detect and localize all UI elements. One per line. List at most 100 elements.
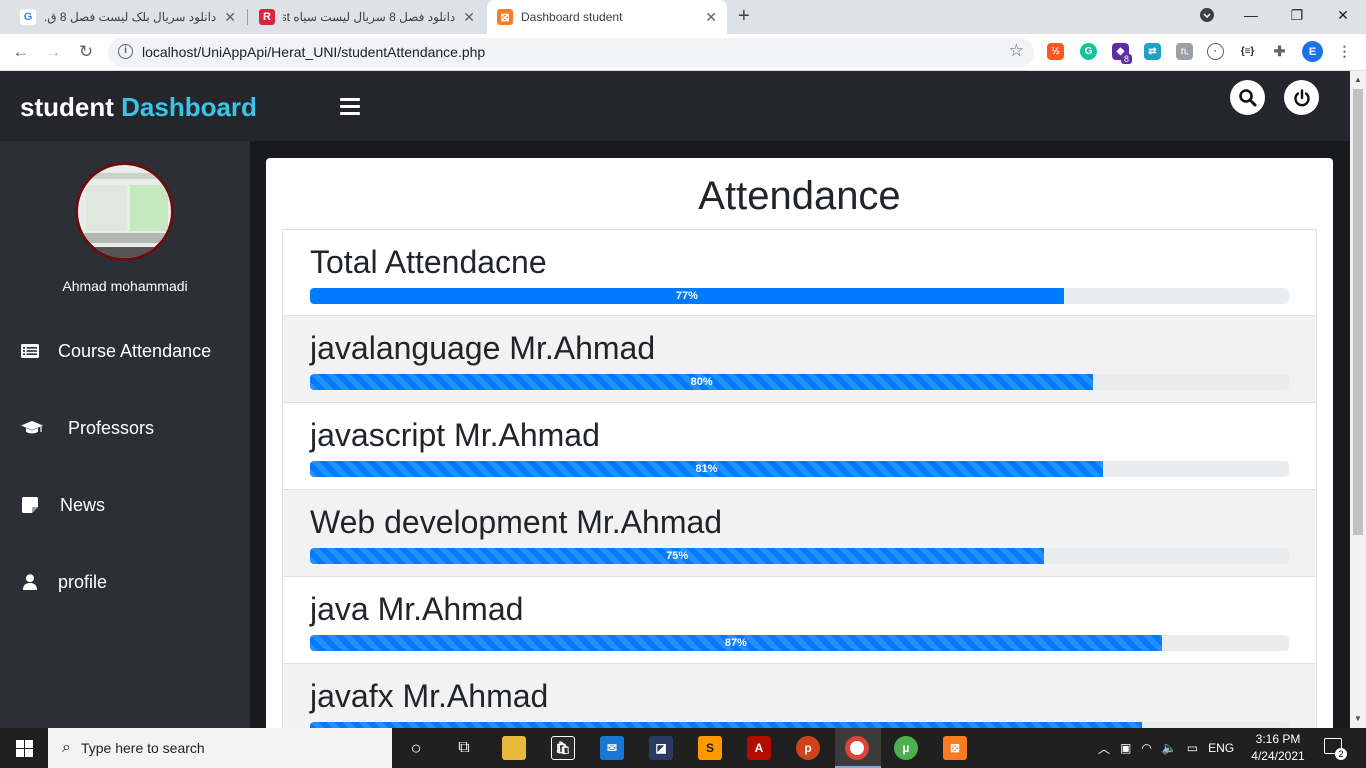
extension-json-icon[interactable]: {≡} <box>1239 43 1256 60</box>
extension-4-icon[interactable]: · <box>1207 43 1224 60</box>
browser-tab-1[interactable]: G دانلود سریال بلک لیست فصل 8 ق... ✕ <box>10 0 246 34</box>
close-window-button[interactable]: ✕ <box>1320 0 1366 30</box>
store-icon[interactable]: 🛍 <box>551 736 575 760</box>
chrome-icon[interactable] <box>845 736 869 760</box>
extensions-puzzle-icon[interactable]: ✚ <box>1271 43 1288 60</box>
user-icon <box>20 572 40 592</box>
note-icon <box>20 495 40 515</box>
close-tab-icon[interactable]: ✕ <box>224 9 236 26</box>
input-language[interactable]: ENG <box>1208 741 1234 755</box>
acrobat-icon[interactable]: A <box>747 736 771 760</box>
mail-icon[interactable]: ✉ <box>600 736 624 760</box>
user-avatar[interactable] <box>75 162 174 261</box>
extension-1-icon[interactable]: ½ <box>1047 43 1064 60</box>
sidebar-item-profile[interactable]: profile <box>0 562 250 602</box>
cortana-icon[interactable]: ○ <box>404 736 428 760</box>
progress-bar: 81% <box>310 461 1289 477</box>
tab-divider <box>247 9 248 25</box>
list-icon <box>20 341 40 361</box>
sidebar-item-label: Course Attendance <box>58 340 212 361</box>
windows-start-button[interactable] <box>0 728 48 768</box>
taskbar-clock[interactable]: 3:16 PM 4/24/2021 <box>1246 731 1310 765</box>
progress-fill: 81% <box>310 461 1103 477</box>
attendance-row: java Mr.Ahmad 87% <box>282 577 1317 664</box>
graduation-cap-icon <box>20 418 44 438</box>
clock-time: 3:16 PM <box>1255 732 1301 746</box>
search-icon <box>1238 88 1256 106</box>
browser-tab-2[interactable]: R دانلود فصل 8 سریال لیست سیاه st ✕ <box>249 0 485 34</box>
close-tab-icon[interactable]: ✕ <box>705 9 717 26</box>
attendance-row: javalanguage Mr.Ahmad 80% <box>282 316 1317 403</box>
taskbar-search-placeholder: Type here to search <box>80 740 205 756</box>
tray-arrow-icon[interactable]: ︿ <box>1098 740 1110 757</box>
progress-fill: 87% <box>310 635 1162 651</box>
scroll-down-arrow-icon[interactable]: ▼ <box>1354 714 1362 723</box>
sidebar-item-label: profile <box>58 571 108 592</box>
tab-title: Dashboard student <box>521 10 623 24</box>
sidebar: Ahmad mohammadi Course Attendance Profes… <box>0 141 250 728</box>
app-window-icon[interactable]: ◪ <box>649 736 673 760</box>
battery-icon[interactable]: ▭ <box>1187 741 1198 755</box>
google-icon: G <box>20 9 36 25</box>
reload-button[interactable]: ↻ <box>73 40 99 64</box>
course-name: javalanguage Mr.Ahmad <box>310 330 656 366</box>
profile-menu-icon[interactable] <box>1184 0 1230 30</box>
sublime-text-icon[interactable]: S <box>698 736 722 760</box>
browser-tab-active[interactable]: ⊠ Dashboard student ✕ <box>487 0 727 34</box>
menu-toggle-icon[interactable] <box>340 98 360 119</box>
bookmark-star-icon[interactable]: ☆ <box>1009 41 1024 61</box>
search-icon: ⌕ <box>62 739 71 756</box>
sidebar-item-label: News <box>60 494 106 515</box>
p-app-icon[interactable]: p <box>796 736 820 760</box>
profile-avatar-icon[interactable]: E <box>1302 41 1323 62</box>
sidebar-item-news[interactable]: News <box>0 485 250 525</box>
progress-fill: 75% <box>310 548 1045 564</box>
progress-bar: 75% <box>310 548 1289 564</box>
extension-2-icon[interactable]: ⇄ <box>1144 43 1161 60</box>
minimize-button[interactable]: — <box>1228 0 1274 30</box>
utorrent-icon[interactable]: µ <box>894 736 918 760</box>
page-title: Attendance <box>698 174 901 218</box>
tab-title: دانلود فصل 8 سریال لیست سیاه st <box>283 10 456 24</box>
search-button[interactable] <box>1230 80 1265 115</box>
scroll-up-arrow-icon[interactable]: ▲ <box>1354 75 1362 84</box>
brand-logo[interactable]: student Dashboard <box>20 92 257 123</box>
sidebar-item-course-attendance[interactable]: Course Attendance <box>0 331 250 371</box>
task-view-icon[interactable]: ⧉ <box>452 736 476 760</box>
brand-text-accent: Dashboard <box>121 92 257 122</box>
tray-device-icon[interactable]: ▣ <box>1120 741 1131 755</box>
attendance-row: javafx Mr.Ahmad <box>282 664 1317 728</box>
scrollbar-thumb[interactable] <box>1353 89 1363 535</box>
wifi-icon[interactable]: ◠ <box>1141 741 1151 755</box>
progress-bar: 77% <box>310 288 1289 304</box>
attendance-card: Attendance Total Attendacne 77% javalangua… <box>266 158 1333 728</box>
url-text[interactable]: localhost/UniAppApi/Herat_UNI/studentAtt… <box>142 44 485 60</box>
attendance-row: Web development Mr.Ahmad 75% <box>282 490 1317 577</box>
restore-button[interactable]: ❐ <box>1274 0 1320 30</box>
taskbar-search-box[interactable]: ⌕ Type here to search <box>48 728 392 768</box>
brand-text-primary: student <box>20 92 114 122</box>
volume-icon[interactable]: 🔈 <box>1162 741 1177 755</box>
new-tab-button[interactable]: + <box>738 5 750 28</box>
browser-tab-strip: G دانلود سریال بلک لیست فصل 8 ق... ✕ R د… <box>0 0 1366 34</box>
attendance-row: javascript Mr.Ahmad 81% <box>282 403 1317 490</box>
attendance-list: Total Attendacne 77% javalanguage Mr.Ahmad… <box>282 229 1317 728</box>
progress-bar: 87% <box>310 635 1289 651</box>
address-bar[interactable]: i localhost/UniAppApi/Herat_UNI/studentA… <box>108 38 1034 67</box>
xampp-icon[interactable]: ⊠ <box>943 736 967 760</box>
clock-date: 4/24/2021 <box>1251 749 1305 763</box>
sidebar-item-professors[interactable]: Professors <box>0 408 250 448</box>
logout-button[interactable] <box>1284 80 1319 115</box>
forward-button[interactable]: → <box>40 40 66 64</box>
close-tab-icon[interactable]: ✕ <box>463 9 475 26</box>
progress-bar: 80% <box>310 374 1289 390</box>
file-explorer-icon[interactable] <box>502 736 526 760</box>
extension-3-icon[interactable]: ኪ <box>1176 43 1193 60</box>
site-info-icon[interactable]: i <box>118 44 133 59</box>
page-scrollbar[interactable]: ▲ ▼ <box>1350 71 1366 728</box>
chrome-menu-icon[interactable]: ⋮ <box>1336 43 1353 60</box>
grammarly-icon[interactable]: G <box>1080 43 1097 60</box>
tab-title: دانلود سریال بلک لیست فصل 8 ق... <box>44 10 217 24</box>
attendance-row: Total Attendacne 77% <box>282 229 1317 316</box>
back-button[interactable]: ← <box>8 40 34 64</box>
